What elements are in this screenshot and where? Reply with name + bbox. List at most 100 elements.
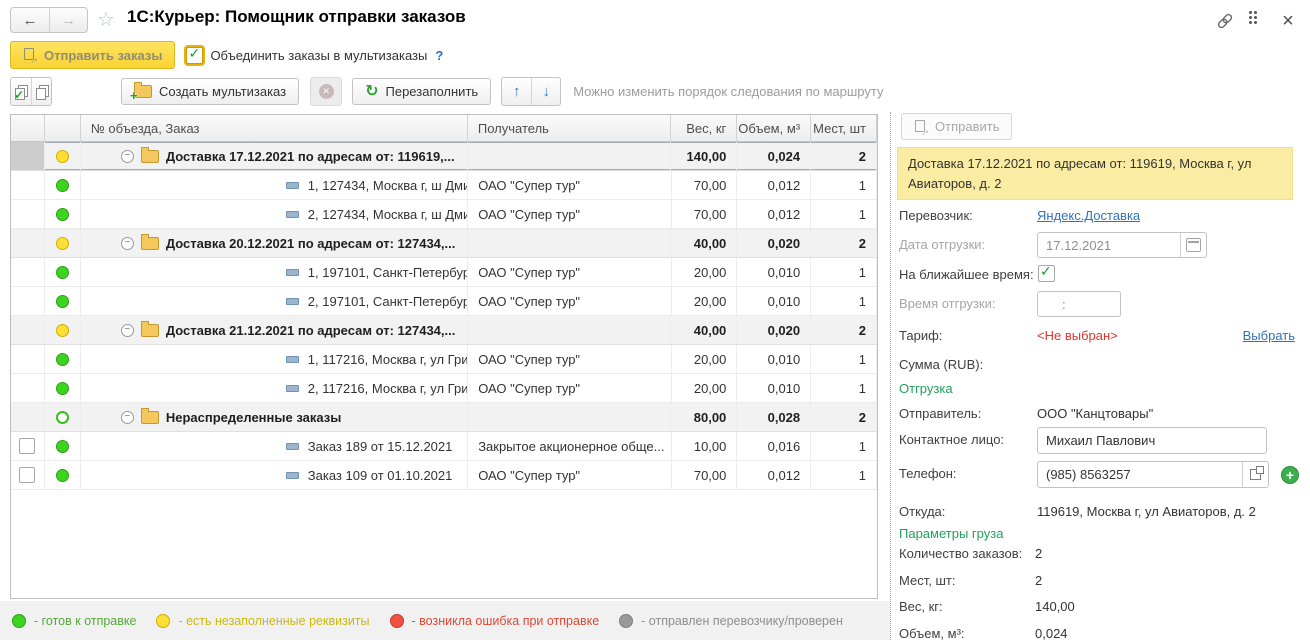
get-link-icon[interactable] (1214, 11, 1236, 31)
move-up-button[interactable] (502, 78, 531, 105)
folder-icon (141, 411, 159, 424)
phone-value: (985) 8563257 (1038, 467, 1242, 482)
row-checkbox[interactable] (19, 467, 35, 483)
contact-input[interactable]: Михаил Павлович (1037, 427, 1267, 454)
ship-time-input[interactable]: : (1037, 291, 1121, 317)
table-row[interactable]: Доставка 17.12.2021 по адресам от: 11961… (11, 142, 877, 171)
favorite-star-icon[interactable] (97, 7, 115, 32)
table-row[interactable]: Заказ 189 от 15.12.2021 Закрытое акционе… (11, 432, 877, 461)
selection-button-group (10, 77, 52, 106)
table-row[interactable]: 1, 117216, Москва г, ул Грина, д. 1 ОАО … (11, 345, 877, 374)
recipient-cell: ОАО "Супер тур" (468, 258, 671, 286)
volume-cell: 0,010 (737, 287, 811, 315)
orders-count-value: 2 (1035, 546, 1042, 561)
column-header-3[interactable]: Получатель (468, 115, 672, 141)
refill-button[interactable]: Перезаполнить (352, 78, 491, 105)
row-select-cell (11, 142, 45, 170)
table-row[interactable]: 2, 127434, Москва г, ш Дмитровское, д. 9… (11, 200, 877, 229)
order-label: Заказ 109 от 01.10.2021 (308, 468, 453, 483)
column-header-6[interactable]: Мест, шт (811, 115, 877, 141)
add-phone-button[interactable] (1281, 466, 1299, 484)
table-row[interactable]: Доставка 21.12.2021 по адресам от: 12743… (11, 316, 877, 345)
column-header-2[interactable]: № объезда, Заказ (81, 115, 468, 141)
order-cell: 2, 197101, Санкт-Петербург г, Мира ул, д… (81, 287, 468, 315)
order-dash-icon (286, 472, 299, 479)
recipient-cell: ОАО "Супер тур" (468, 171, 671, 199)
carrier-link[interactable]: Яндекс.Доставка (1037, 208, 1140, 223)
status-icon (56, 411, 69, 424)
panel-splitter[interactable] (890, 112, 891, 640)
calendar-button[interactable] (1180, 233, 1206, 257)
cancel-button[interactable] (310, 77, 342, 106)
forward-button[interactable] (49, 8, 87, 32)
column-header-4[interactable]: Вес, кг (671, 115, 737, 141)
table-row[interactable]: 2, 197101, Санкт-Петербург г, Мира ул, д… (11, 287, 877, 316)
send-orders-button[interactable]: Отправить заказы (10, 41, 175, 69)
open-icon (1250, 469, 1261, 480)
order-label: Доставка 17.12.2021 по адресам от: 11961… (166, 149, 455, 164)
legend-item: - готов к отправке (12, 614, 136, 628)
row-status-cell (45, 403, 81, 431)
shipment-panel: Отправить Доставка 17.12.2021 по адресам… (897, 108, 1301, 640)
ship-date-input[interactable]: 17.12.2021 (1037, 232, 1207, 258)
legend-yellow-icon (156, 614, 170, 628)
uncheck-all-button[interactable] (31, 78, 51, 105)
places-cell: 1 (811, 432, 877, 460)
table-row[interactable]: Нераспределенные заказы 80,00 0,028 2 (11, 403, 877, 432)
row-status-cell (45, 258, 81, 286)
recipient-cell: ОАО "Супер тур" (468, 287, 671, 315)
more-menu-icon[interactable] (1249, 11, 1257, 24)
move-down-button[interactable] (531, 78, 560, 105)
close-icon[interactable] (1277, 11, 1299, 31)
order-cell: 2, 127434, Москва г, ш Дмитровское, д. 9 (81, 200, 468, 228)
order-dash-icon (286, 269, 299, 276)
volume-cell: 0,020 (737, 316, 811, 344)
legend-item: - возникла ошибка при отправке (390, 614, 600, 628)
phone-label: Телефон: (899, 466, 957, 481)
collapse-icon[interactable] (121, 411, 134, 424)
tariff-select-link[interactable]: Выбрать (1243, 328, 1295, 343)
help-link[interactable]: ? (435, 48, 443, 63)
places-cell: 1 (811, 287, 877, 315)
places-cell: 1 (811, 258, 877, 286)
volume-cell: 0,010 (737, 374, 811, 402)
order-dash-icon (286, 356, 299, 363)
refresh-icon (365, 84, 378, 100)
row-status-cell (45, 200, 81, 228)
collapse-icon[interactable] (121, 150, 134, 163)
uncheck-all-icon (36, 85, 48, 99)
table-row[interactable]: 1, 127434, Москва г, ш Дмитровское, д. 9… (11, 171, 877, 200)
column-header-5[interactable]: Объем, м³ (737, 115, 811, 141)
table-row[interactable]: 1, 197101, Санкт-Петербург г, ул Мира, д… (11, 258, 877, 287)
order-cell: Доставка 21.12.2021 по адресам от: 12743… (81, 316, 468, 344)
tariff-label: Тариф: (899, 328, 942, 343)
weight-cell: 20,00 (672, 258, 738, 286)
order-dash-icon (286, 182, 299, 189)
create-multiorder-button[interactable]: Создать мультизаказ (121, 78, 299, 105)
collapse-icon[interactable] (121, 237, 134, 250)
weight-cell: 80,00 (671, 403, 737, 431)
delivery-info-box: Доставка 17.12.2021 по адресам от: 11961… (897, 147, 1293, 200)
row-checkbox[interactable] (19, 438, 35, 454)
table-row[interactable]: 2, 117216, Москва г, ул Грина, д. 1 ОАО … (11, 374, 877, 403)
order-cell: Заказ 109 от 01.10.2021 (81, 461, 468, 489)
send-button[interactable]: Отправить (901, 113, 1012, 140)
asap-checkbox[interactable] (1038, 265, 1055, 282)
table-row[interactable]: Заказ 109 от 01.10.2021 ОАО "Супер тур" … (11, 461, 877, 490)
column-header-1[interactable] (45, 115, 81, 141)
table-row[interactable]: Доставка 20.12.2021 по адресам от: 12743… (11, 229, 877, 258)
legend-red-icon (390, 614, 404, 628)
order-label: 1, 197101, Санкт-Петербург г, ул Мира, д… (308, 265, 468, 280)
collapse-icon[interactable] (121, 324, 134, 337)
check-all-button[interactable] (11, 78, 31, 105)
phone-input[interactable]: (985) 8563257 (1037, 461, 1269, 488)
column-header-0[interactable] (11, 115, 45, 141)
order-label: 1, 127434, Москва г, ш Дмитровское, д. 9 (308, 178, 468, 193)
phone-open-button[interactable] (1242, 462, 1268, 487)
row-status-cell (45, 374, 81, 402)
back-button[interactable] (11, 8, 49, 32)
row-select-cell (11, 200, 45, 228)
merge-orders-checkbox[interactable] (186, 47, 203, 64)
places-cell: 1 (811, 461, 877, 489)
order-cell: 1, 127434, Москва г, ш Дмитровское, д. 9 (81, 171, 468, 199)
